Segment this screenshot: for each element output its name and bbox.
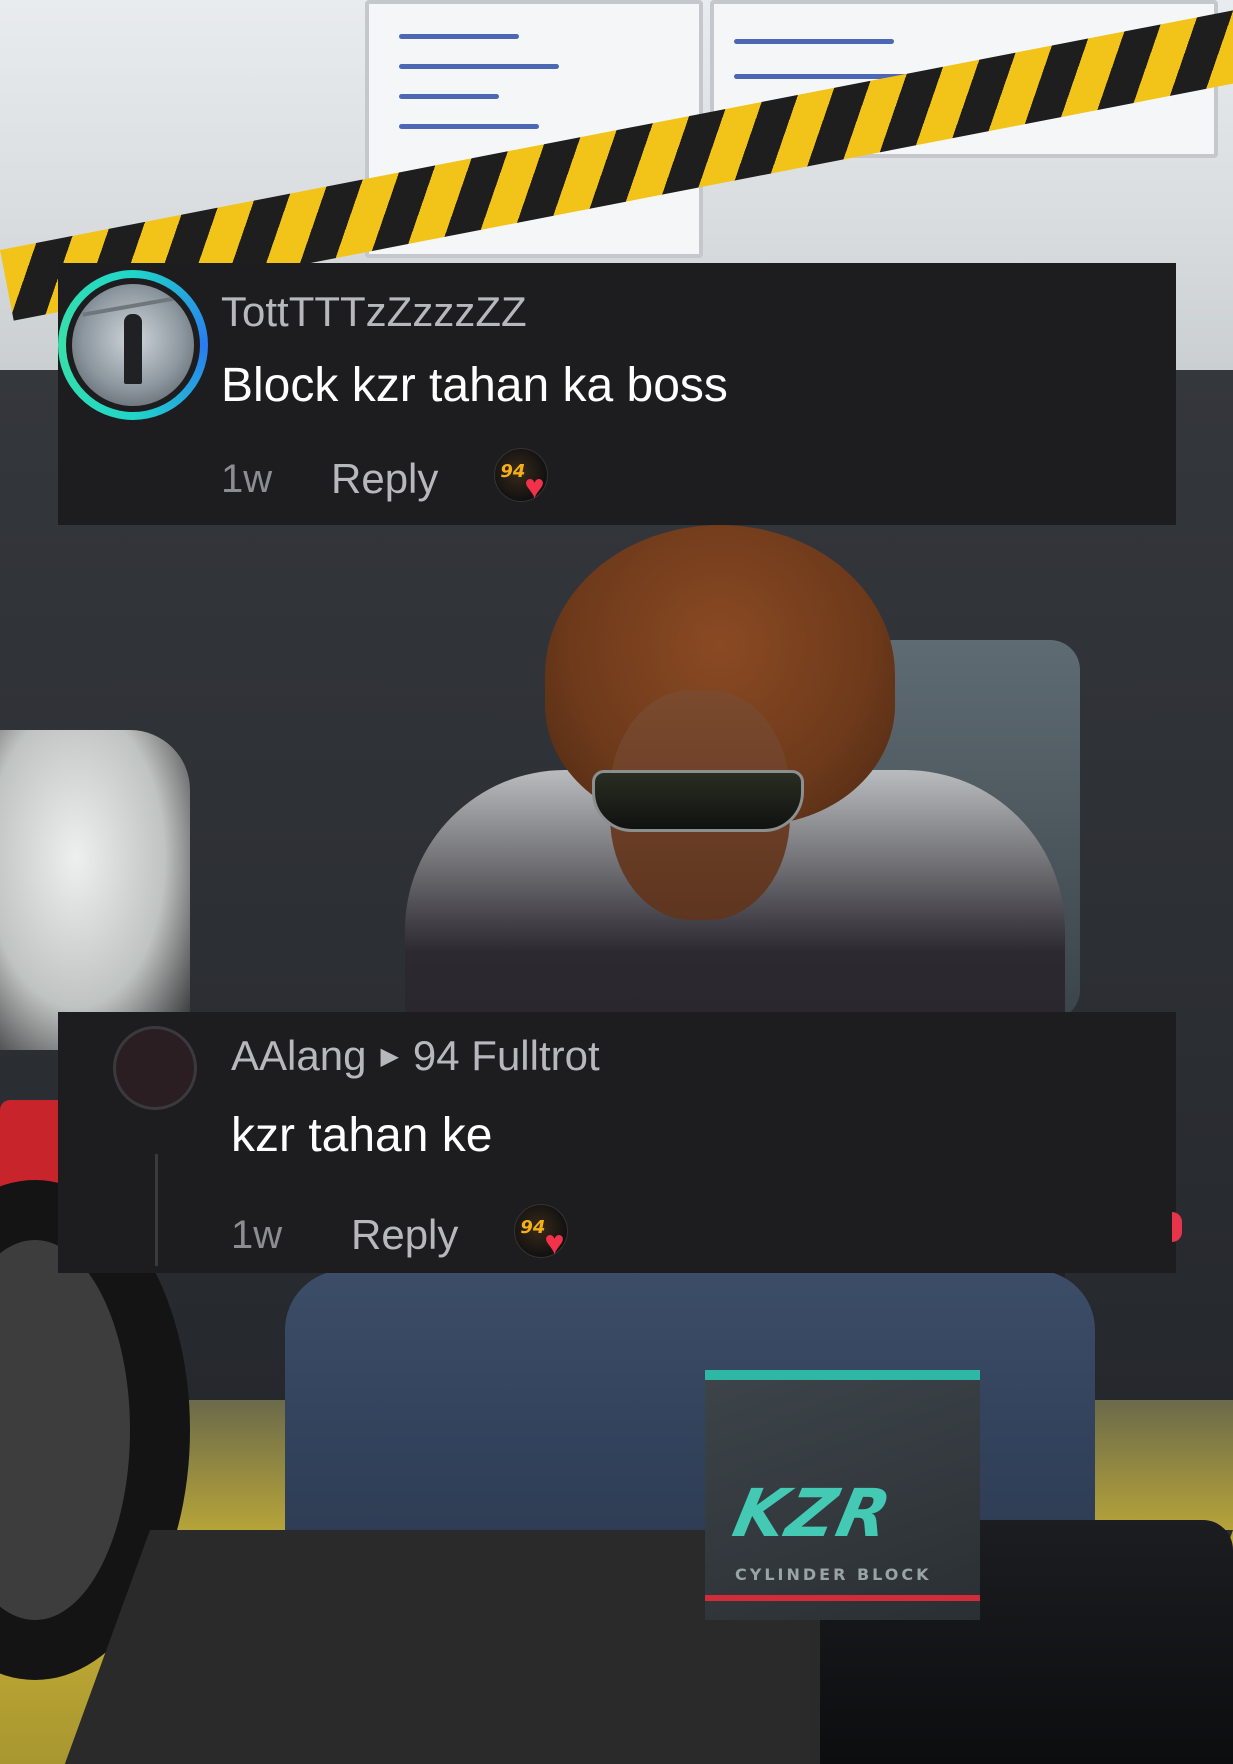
product-box-brand: KZR — [726, 1475, 900, 1552]
reply-comment-card: AAlang ▶ 94 Fulltrot kzr tahan ke 1w Rep… — [58, 1012, 1176, 1273]
comment-username[interactable]: AAlang — [231, 1032, 366, 1080]
board-writing — [399, 34, 519, 39]
reply-header: AAlang ▶ 94 Fulltrot — [231, 1032, 600, 1080]
creator-avatar-label: 94 — [500, 461, 526, 482]
creator-avatar-label: 94 — [520, 1217, 546, 1238]
board-writing — [734, 39, 894, 44]
heart-icon: ♥ — [544, 1224, 565, 1262]
user-avatar[interactable] — [113, 1026, 197, 1110]
comment-card: TottTTTzZzzzZZ Block kzr tahan ka boss 1… — [58, 263, 1176, 525]
avatar-inner — [66, 278, 200, 412]
user-avatar[interactable] — [58, 270, 208, 420]
comment-username[interactable]: TottTTTzZzzzZZ — [221, 288, 527, 336]
creator-liked-badge: 94 ♥ — [494, 448, 556, 510]
comment-time: 1w — [221, 456, 273, 501]
comment-meta: 1w Reply 94 ♥ — [221, 448, 556, 510]
product-box: KZR CYLINDER BLOCK — [705, 1370, 980, 1620]
comment-meta: 1w Reply 94 ♥ — [231, 1204, 576, 1266]
reply-to-username[interactable]: 94 Fulltrot — [413, 1032, 600, 1080]
board-writing — [399, 94, 499, 99]
comment-text: Block kzr tahan ka boss — [221, 359, 728, 412]
creator-liked-badge: 94 ♥ — [514, 1204, 576, 1266]
comment-time: 1w — [231, 1212, 283, 1257]
triangle-right-icon: ▶ — [380, 1042, 399, 1070]
board-writing — [399, 124, 539, 129]
avatar-photo — [72, 284, 194, 406]
motorcycle-fairing — [0, 730, 190, 1050]
reply-button[interactable]: Reply — [331, 455, 438, 503]
board-writing — [399, 64, 559, 69]
heart-icon: ♥ — [524, 468, 545, 506]
product-box-stripe — [705, 1595, 980, 1601]
reply-button[interactable]: Reply — [351, 1211, 458, 1259]
sunglasses — [592, 770, 804, 832]
thread-line — [155, 1154, 158, 1266]
avatar-photo-person — [124, 314, 142, 384]
comment-text: kzr tahan ke — [231, 1109, 493, 1162]
product-box-subtitle: CYLINDER BLOCK — [735, 1565, 932, 1584]
